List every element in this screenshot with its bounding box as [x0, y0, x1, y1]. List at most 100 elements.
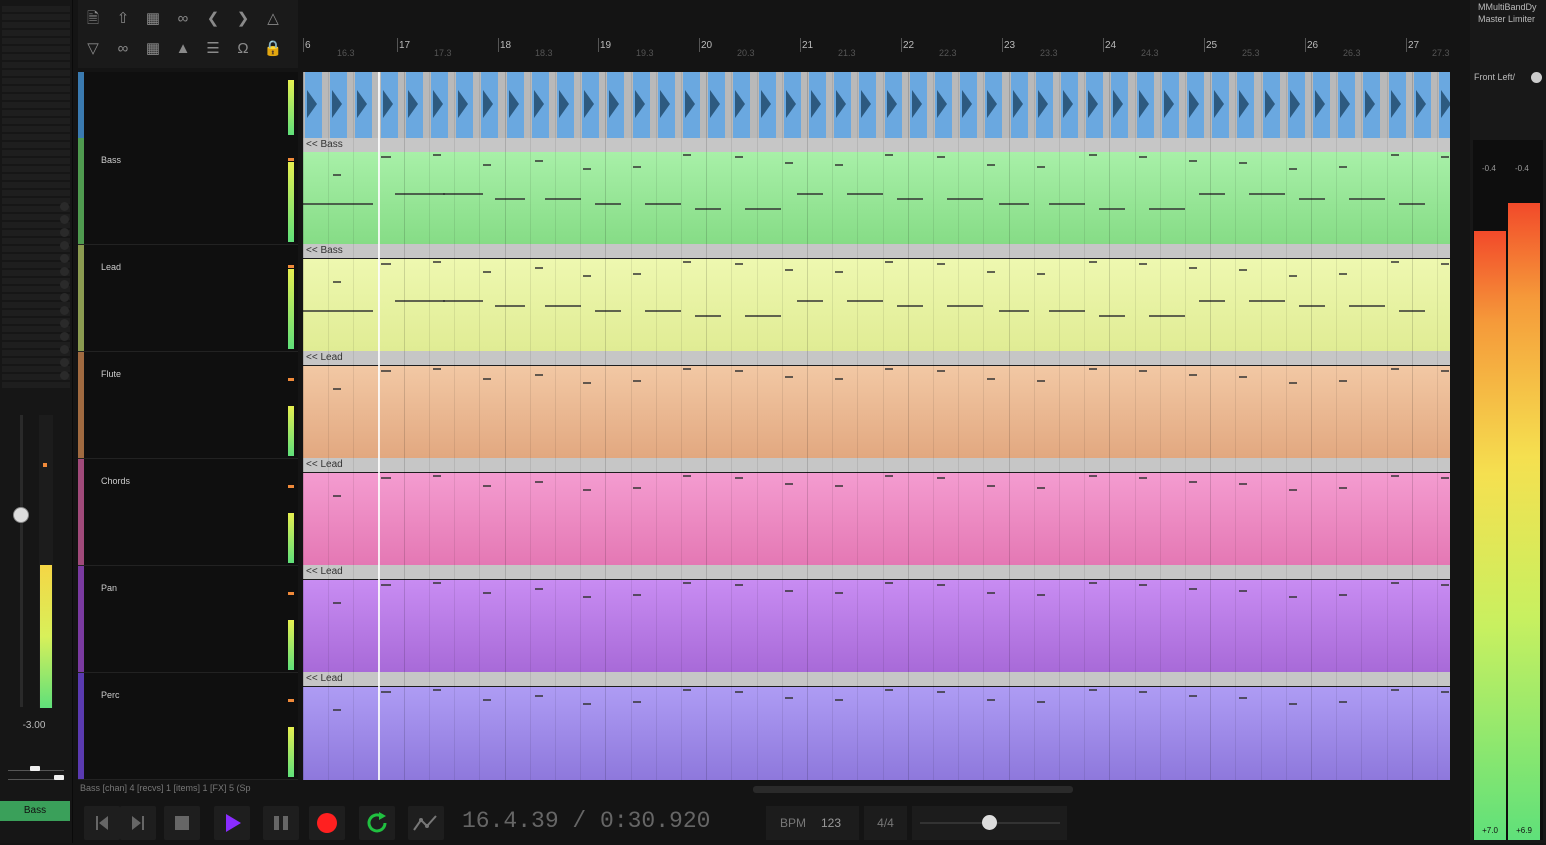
midi-note[interactable] — [683, 475, 691, 477]
mixer-slot[interactable] — [2, 94, 70, 100]
mixer-slot[interactable] — [2, 14, 70, 20]
midi-note[interactable] — [937, 156, 945, 158]
attach-icon[interactable]: ∞ — [172, 8, 194, 30]
mixer-slot[interactable] — [2, 126, 70, 132]
mixer-slot[interactable] — [2, 86, 70, 92]
midi-note[interactable] — [433, 475, 441, 477]
go-to-start-button[interactable] — [84, 806, 120, 840]
midi-note[interactable] — [595, 203, 621, 205]
midi-note[interactable] — [885, 475, 893, 477]
lock-icon[interactable]: 🔒 — [262, 38, 284, 60]
midi-note[interactable] — [683, 154, 691, 156]
mixer-knob[interactable] — [60, 332, 69, 341]
midi-note[interactable] — [897, 305, 923, 307]
midi-note[interactable] — [987, 485, 995, 487]
timeline-ruler[interactable]: 6 16.3 17 17.3 18 18.3 19 19.3 20 20.3 2… — [303, 38, 1450, 70]
time-display[interactable]: 16.4.39 / 0:30.920 — [462, 808, 710, 834]
midi-note[interactable] — [695, 315, 721, 317]
track-name[interactable]: Perc — [101, 690, 120, 700]
midi-note[interactable] — [1391, 475, 1399, 477]
midi-note[interactable] — [835, 485, 843, 487]
midi-note[interactable] — [785, 483, 793, 485]
midi-note[interactable] — [395, 193, 445, 195]
midi-note[interactable] — [1099, 315, 1125, 317]
midi-note[interactable] — [1049, 203, 1085, 205]
midi-note[interactable] — [999, 203, 1029, 205]
new-file-icon[interactable]: 🗎 — [82, 8, 104, 30]
midi-note[interactable] — [1037, 273, 1045, 275]
midi-note[interactable] — [1249, 300, 1285, 302]
midi-note[interactable] — [633, 166, 641, 168]
track-name[interactable]: Chords — [101, 476, 130, 486]
mixer-slot[interactable] — [2, 382, 70, 388]
midi-item-bass[interactable] — [303, 152, 1450, 244]
midi-note[interactable] — [433, 689, 441, 691]
stop-button[interactable] — [164, 806, 200, 840]
midi-note[interactable] — [535, 267, 543, 269]
midi-note[interactable] — [1239, 483, 1247, 485]
midi-note[interactable] — [633, 487, 641, 489]
midi-note[interactable] — [735, 584, 743, 586]
midi-note[interactable] — [483, 378, 491, 380]
save-icon[interactable]: ▦ — [142, 8, 164, 30]
midi-note[interactable] — [381, 370, 391, 372]
midi-note[interactable] — [885, 689, 893, 691]
midi-note[interactable] — [545, 198, 581, 200]
midi-note[interactable] — [1289, 489, 1297, 491]
midi-note[interactable] — [443, 193, 483, 195]
midi-note[interactable] — [1441, 584, 1449, 586]
midi-note[interactable] — [937, 477, 945, 479]
midi-note[interactable] — [1299, 198, 1325, 200]
midi-item-lead[interactable] — [303, 259, 1450, 351]
midi-note[interactable] — [483, 271, 491, 273]
midi-note[interactable] — [1391, 689, 1399, 691]
midi-note[interactable] — [1249, 193, 1285, 195]
mixer-slot[interactable] — [2, 118, 70, 124]
track-name[interactable]: Lead — [101, 262, 121, 272]
midi-note[interactable] — [495, 198, 525, 200]
midi-note[interactable] — [1099, 208, 1125, 210]
midi-note[interactable] — [583, 168, 591, 170]
midi-note[interactable] — [735, 263, 743, 265]
midi-note[interactable] — [633, 273, 641, 275]
pan-knob[interactable] — [30, 766, 40, 771]
mixer-slot[interactable] — [2, 166, 70, 172]
midi-note[interactable] — [443, 300, 483, 302]
midi-note[interactable] — [785, 162, 793, 164]
midi-note[interactable] — [333, 495, 341, 497]
midi-note[interactable] — [847, 300, 883, 302]
midi-note[interactable] — [1391, 154, 1399, 156]
midi-note[interactable] — [1239, 590, 1247, 592]
midi-note[interactable] — [683, 261, 691, 263]
mixer-knob[interactable] — [60, 371, 69, 380]
midi-note[interactable] — [987, 592, 995, 594]
mixer-knob[interactable] — [60, 267, 69, 276]
midi-note[interactable] — [1189, 267, 1197, 269]
midi-note[interactable] — [1391, 368, 1399, 370]
mixer-slot[interactable] — [2, 174, 70, 180]
mixer-slot[interactable] — [2, 110, 70, 116]
midi-note[interactable] — [583, 703, 591, 705]
scrollbar-thumb[interactable] — [753, 786, 1073, 793]
midi-note[interactable] — [1089, 475, 1097, 477]
midi-note[interactable] — [999, 310, 1029, 312]
midi-note[interactable] — [987, 164, 995, 166]
midi-note[interactable] — [535, 374, 543, 376]
midi-note[interactable] — [987, 378, 995, 380]
midi-note[interactable] — [937, 263, 945, 265]
midi-note[interactable] — [1289, 596, 1297, 598]
midi-note[interactable] — [937, 691, 945, 693]
midi-note[interactable] — [1339, 594, 1347, 596]
volume-fader-knob[interactable] — [13, 507, 29, 523]
midi-note[interactable] — [785, 697, 793, 699]
midi-note[interactable] — [835, 699, 843, 701]
fx-item[interactable]: MMultiBandDy — [1472, 0, 1546, 12]
time-signature[interactable]: 4/4 — [864, 806, 907, 840]
midi-note[interactable] — [1089, 689, 1097, 691]
mixer-slot[interactable] — [2, 30, 70, 36]
link-icon[interactable]: ∞ — [112, 38, 134, 60]
volume-fader-track[interactable] — [20, 415, 23, 707]
channel-name-button[interactable]: Bass — [0, 801, 70, 821]
midi-note[interactable] — [483, 485, 491, 487]
track-header[interactable]: Lead — [78, 245, 298, 352]
